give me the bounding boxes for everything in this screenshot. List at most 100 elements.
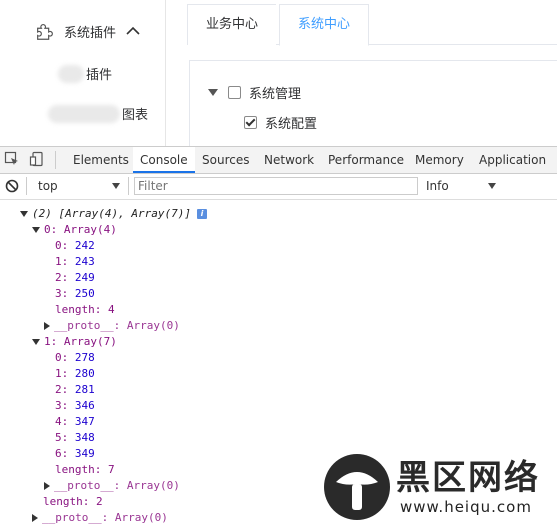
entry-value: 278	[74, 351, 95, 364]
devtools-tab-console[interactable]: Console	[133, 147, 195, 173]
entry-index: 3:	[55, 399, 75, 412]
length-label: length: 7	[55, 463, 115, 476]
entry-index: 2:	[55, 271, 75, 284]
entry-value: 347	[74, 415, 95, 428]
array-node[interactable]: 0: Array(4)	[32, 222, 117, 237]
proto-node[interactable]: __proto__: Array(0)	[44, 318, 180, 333]
inspect-element-icon[interactable]	[4, 151, 20, 167]
array-entry: 4: 347	[55, 414, 95, 429]
devtools-tab-network[interactable]: Network	[257, 147, 321, 173]
array-entry: 1: 243	[55, 254, 95, 269]
app-area: 系统插件 插件 图表 业务中心 系统中心 系统管理 系统配置	[0, 0, 557, 146]
entry-index: 4:	[55, 415, 75, 428]
tab-business-center[interactable]: 业务中心	[187, 4, 277, 45]
sidebar: 系统插件 插件 图表	[0, 0, 166, 146]
entry-index: 1:	[55, 255, 75, 268]
console-filter-input[interactable]	[134, 177, 418, 195]
main-content: 业务中心 系统中心 系统管理 系统配置	[165, 0, 557, 146]
divider	[55, 151, 56, 169]
sidebar-item-label: 图表	[122, 108, 149, 123]
entry-value: 250	[74, 287, 95, 300]
array-entry: 2: 281	[55, 382, 95, 397]
log-levels-dropdown[interactable]: Info	[424, 177, 502, 195]
chevron-up-icon[interactable]	[126, 26, 140, 36]
devtools-tab-bar: Elements Console Sources Network Perform…	[0, 147, 557, 174]
array-entry: 3: 250	[55, 286, 95, 301]
sidebar-section-plugins[interactable]: 系统插件	[34, 18, 140, 44]
collapsed-triangle-icon[interactable]	[44, 322, 50, 330]
entry-index: 0:	[55, 239, 75, 252]
dropdown-arrow-icon	[112, 183, 120, 189]
entry-value: 280	[74, 367, 95, 380]
array-entry: 5: 348	[55, 430, 95, 445]
blurred-text	[48, 104, 120, 123]
divider	[128, 177, 129, 195]
device-toolbar-icon[interactable]	[29, 151, 45, 167]
context-value: top	[38, 179, 58, 193]
expand-triangle-icon[interactable]	[32, 227, 40, 233]
devtools-tab-sources[interactable]: Sources	[195, 147, 256, 173]
tab-system-center[interactable]: 系统中心	[279, 4, 370, 46]
array-entry: 1: 280	[55, 366, 95, 381]
blurred-text	[58, 64, 84, 83]
entry-index: 1:	[55, 367, 75, 380]
proto-label: __proto__: Array(0)	[54, 319, 180, 332]
devtools-tab-elements[interactable]: Elements	[66, 147, 136, 173]
tab-bar: 业务中心 系统中心	[187, 4, 557, 46]
devtools-panel: Elements Console Sources Network Perform…	[0, 146, 557, 525]
sidebar-item-charts[interactable]: 图表	[48, 104, 148, 123]
tree-node-label: 系统管理	[249, 87, 302, 102]
array-length: length: 7	[55, 462, 115, 477]
array-entry: 3: 346	[55, 398, 95, 413]
divider	[26, 177, 27, 195]
info-icon: i	[196, 209, 207, 219]
expand-triangle-icon[interactable]	[20, 211, 28, 217]
array-node[interactable]: 1: Array(7)	[32, 334, 117, 349]
proto-node[interactable]: __proto__: Array(0)	[44, 478, 180, 493]
tree-node-label: 系统配置	[265, 117, 318, 132]
array-summary: (2) [Array(4), Array(7)]	[32, 207, 191, 220]
devtools-tab-memory[interactable]: Memory	[408, 147, 471, 173]
entry-value: 242	[74, 239, 95, 252]
array-label: 1: Array(7)	[44, 335, 117, 348]
tree-checkbox[interactable]	[228, 86, 241, 99]
collapsed-triangle-icon[interactable]	[32, 514, 38, 522]
entry-value: 243	[74, 255, 95, 268]
proto-node[interactable]: __proto__: Array(0)	[32, 510, 168, 525]
proto-label: __proto__: Array(0)	[54, 479, 180, 492]
array-entry: 0: 242	[55, 238, 95, 253]
log-levels-value: Info	[426, 179, 449, 193]
array-length: length: 4	[55, 302, 115, 317]
entry-value: 281	[74, 383, 95, 396]
devtools-tab-performance[interactable]: Performance	[321, 147, 411, 173]
entry-value: 349	[74, 447, 95, 460]
entry-value: 346	[74, 399, 95, 412]
console-output: (2) [Array(4), Array(7)] i 0: Array(4) 0:…	[0, 200, 557, 525]
caret-down-icon[interactable]	[208, 89, 218, 96]
tree-checkbox[interactable]	[244, 116, 257, 129]
array-entry: 0: 278	[55, 350, 95, 365]
length-label: length: 4	[55, 303, 115, 316]
entry-index: 0:	[55, 351, 75, 364]
entry-value: 348	[74, 431, 95, 444]
clear-console-icon[interactable]	[4, 178, 20, 194]
sidebar-item-label: 插件	[86, 68, 113, 83]
console-log-entry[interactable]: (2) [Array(4), Array(7)] i	[20, 206, 207, 221]
sidebar-item-plugins[interactable]: 插件	[58, 64, 112, 83]
entry-index: 2:	[55, 383, 75, 396]
tree-node-system-management[interactable]: 系统管理	[208, 83, 301, 102]
array-entry: 2: 249	[55, 270, 95, 285]
expand-triangle-icon[interactable]	[32, 339, 40, 345]
devtools-tab-application[interactable]: Application	[472, 147, 553, 173]
entry-index: 3:	[55, 287, 75, 300]
console-toolbar: top Info	[0, 174, 557, 200]
array-length: length: 2	[43, 494, 103, 509]
length-label: length: 2	[43, 495, 103, 508]
proto-label: __proto__: Array(0)	[42, 511, 168, 524]
dropdown-arrow-icon	[488, 183, 496, 189]
array-label: 0: Array(4)	[44, 223, 117, 236]
array-entry: 6: 349	[55, 446, 95, 461]
tree-node-system-config[interactable]: 系统配置	[244, 113, 317, 132]
context-selector[interactable]: top	[34, 177, 128, 195]
collapsed-triangle-icon[interactable]	[44, 482, 50, 490]
